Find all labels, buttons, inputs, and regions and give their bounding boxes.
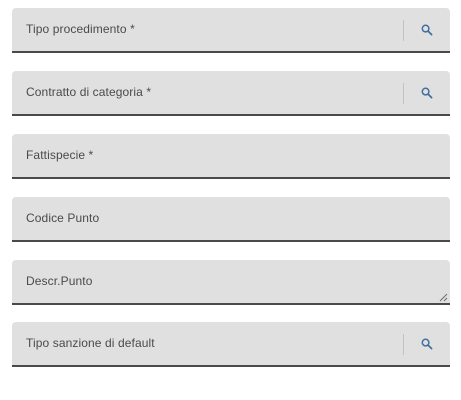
tipo-sanzione-search-button[interactable] <box>417 334 437 354</box>
descr-punto-textarea[interactable]: Descr.Punto <box>12 260 450 305</box>
contratto-di-categoria-search-button[interactable] <box>417 83 437 103</box>
search-icon <box>421 24 433 36</box>
tipo-procedimento-label: Tipo procedimento * <box>26 22 135 36</box>
resize-handle-icon[interactable] <box>438 292 448 302</box>
tipo-sanzione-di-default-field[interactable]: Tipo sanzione di default <box>12 322 450 367</box>
contratto-di-categoria-label: Contratto di categoria * <box>26 85 152 99</box>
field-divider <box>403 83 404 104</box>
fattispecie-field[interactable]: Fattispecie * <box>12 134 450 179</box>
tipo-sanzione-di-default-label: Tipo sanzione di default <box>26 336 155 350</box>
codice-punto-field[interactable]: Codice Punto <box>12 197 450 242</box>
search-icon <box>421 338 433 350</box>
field-divider <box>403 20 404 41</box>
form: Tipo procedimento * Contratto di categor… <box>0 0 461 400</box>
field-divider <box>403 334 404 355</box>
tipo-procedimento-search-button[interactable] <box>417 20 437 40</box>
descr-punto-label: Descr.Punto <box>26 274 93 288</box>
search-icon <box>421 87 433 99</box>
fattispecie-label: Fattispecie * <box>26 148 94 162</box>
tipo-procedimento-field[interactable]: Tipo procedimento * <box>12 8 450 53</box>
contratto-di-categoria-field[interactable]: Contratto di categoria * <box>12 71 450 116</box>
codice-punto-label: Codice Punto <box>26 211 100 225</box>
